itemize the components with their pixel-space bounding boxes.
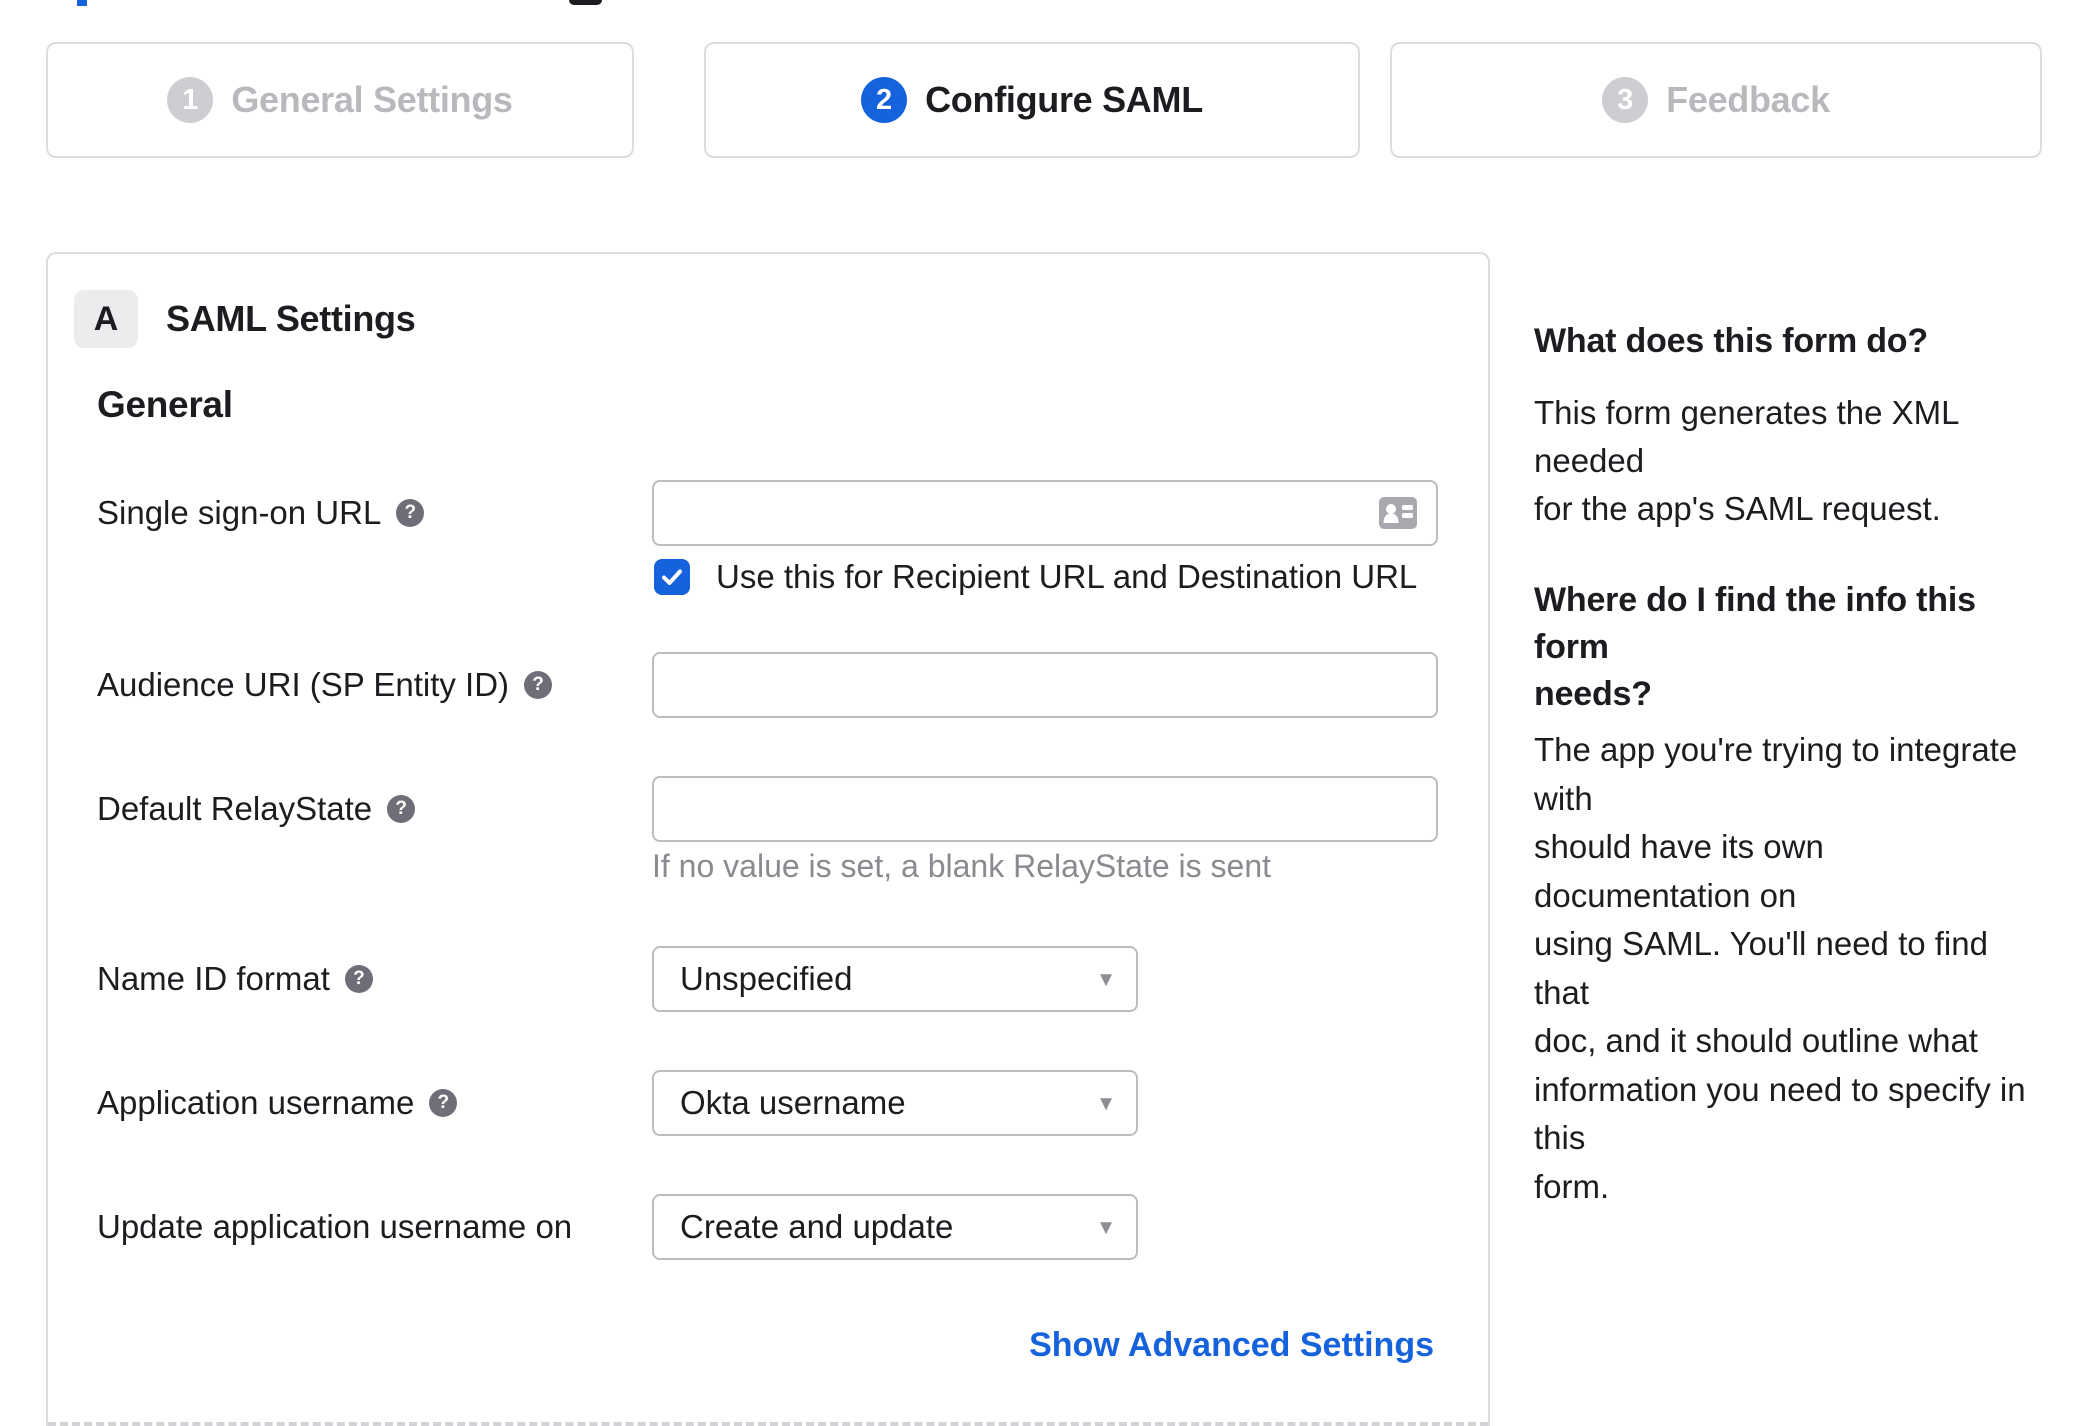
- section-divider: [48, 1422, 1488, 1426]
- default-relaystate-label: Default RelayState ?: [97, 776, 416, 842]
- recipient-url-checkbox-label: Use this for Recipient URL and Destinati…: [716, 558, 1418, 595]
- help-icon[interactable]: ?: [344, 965, 373, 993]
- step-2-circle: 2: [861, 77, 908, 123]
- step-3-circle: 3: [1602, 77, 1649, 123]
- cropped-blue-artifact: [77, 0, 87, 6]
- sidebar-text-what: This form generates the XML needed for t…: [1534, 394, 1959, 527]
- default-relaystate-label-text: Default RelayState: [97, 790, 373, 827]
- name-id-format-value: Unspecified: [680, 960, 853, 997]
- application-username-label-text: Application username: [97, 1084, 415, 1121]
- name-id-format-label-text: Name ID format: [97, 960, 330, 997]
- help-icon[interactable]: ?: [524, 671, 553, 699]
- sidebar-heading-where: Where do I find the info this form needs…: [1534, 581, 1976, 713]
- default-relaystate-input[interactable]: [652, 776, 1438, 842]
- application-username-select[interactable]: Okta username ▾: [652, 1070, 1138, 1136]
- step-1-label: General Settings: [231, 79, 513, 120]
- audience-uri-label: Audience URI (SP Entity ID) ?: [97, 652, 553, 718]
- single-sign-on-url-input-wrap: [652, 480, 1438, 546]
- help-icon[interactable]: ?: [429, 1089, 458, 1117]
- update-username-value: Create and update: [680, 1208, 954, 1245]
- help-sidebar: What does this form do? This form genera…: [1534, 318, 2039, 1211]
- page: 1 General Settings 2 Configure SAML 3 Fe…: [0, 0, 2092, 1426]
- sidebar-heading-what: What does this form do?: [1534, 322, 1928, 360]
- single-sign-on-url-label-text: Single sign-on URL: [97, 494, 382, 531]
- audience-uri-label-text: Audience URI (SP Entity ID): [97, 666, 510, 703]
- single-sign-on-url-label: Single sign-on URL ?: [97, 480, 425, 546]
- step-2-number: 2: [876, 83, 893, 116]
- contact-card-icon: [1379, 497, 1417, 529]
- saml-settings-panel: A SAML Settings General Single sign-on U…: [46, 252, 1490, 1426]
- chevron-down-icon: ▾: [1099, 965, 1112, 993]
- update-username-label: Update application username on: [97, 1194, 572, 1260]
- step-3-label: Feedback: [1666, 79, 1830, 120]
- relaystate-hint: If no value is set, a blank RelayState i…: [652, 848, 1271, 884]
- section-a-badge: A: [74, 290, 138, 348]
- recipient-url-checkbox-row: Use this for Recipient URL and Destinati…: [654, 558, 1417, 596]
- update-username-select[interactable]: Create and update ▾: [652, 1194, 1138, 1260]
- application-username-label: Application username ?: [97, 1070, 458, 1136]
- show-advanced-settings-link[interactable]: Show Advanced Settings: [1029, 1326, 1434, 1365]
- step-1-circle: 1: [167, 77, 214, 123]
- step-1-number: 1: [182, 83, 199, 116]
- step-configure-saml[interactable]: 2 Configure SAML: [704, 42, 1360, 158]
- step-2-label: Configure SAML: [925, 79, 1203, 120]
- single-sign-on-url-input[interactable]: [652, 480, 1438, 546]
- name-id-format-select[interactable]: Unspecified ▾: [652, 946, 1138, 1012]
- name-id-format-label: Name ID format ?: [97, 946, 373, 1012]
- recipient-url-checkbox[interactable]: [654, 559, 690, 595]
- help-icon[interactable]: ?: [387, 795, 416, 823]
- step-general-settings[interactable]: 1 General Settings: [46, 42, 634, 158]
- cropped-black-artifact: [569, 0, 602, 5]
- audience-uri-input[interactable]: [652, 652, 1438, 718]
- application-username-value: Okta username: [680, 1084, 906, 1121]
- step-feedback[interactable]: 3 Feedback: [1390, 42, 2042, 158]
- help-icon[interactable]: ?: [396, 499, 425, 527]
- chevron-down-icon: ▾: [1099, 1089, 1112, 1117]
- general-section-heading: General: [97, 384, 233, 425]
- panel-title: SAML Settings: [166, 298, 416, 339]
- sidebar-text-where: The app you're trying to integrate with …: [1534, 731, 2026, 1205]
- update-username-label-text: Update application username on: [97, 1208, 573, 1245]
- step-3-number: 3: [1617, 83, 1634, 116]
- check-icon: [662, 569, 682, 585]
- chevron-down-icon: ▾: [1099, 1213, 1112, 1241]
